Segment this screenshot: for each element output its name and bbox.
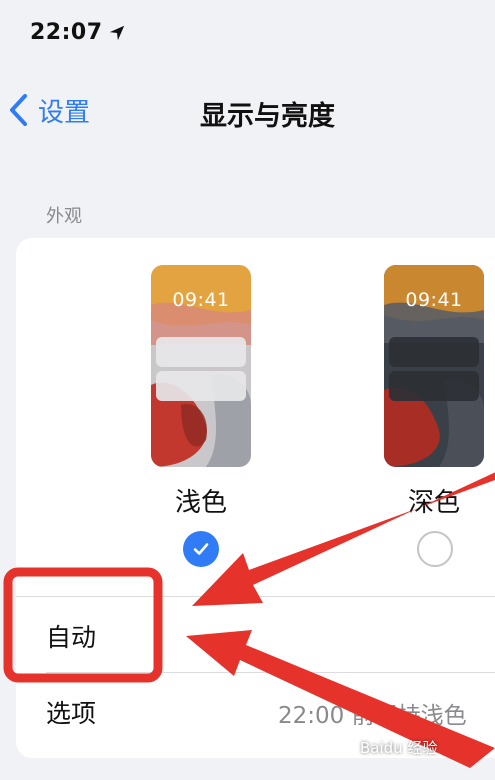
light-preview-time: 09:41 (172, 289, 230, 311)
light-mode-label: 浅色 (174, 488, 227, 518)
automatic-label: 自动 (46, 623, 97, 652)
divider (16, 596, 495, 597)
location-arrow-icon (109, 25, 125, 41)
status-bar: 22:07 (0, 0, 495, 70)
appearance-section-header: 外观 (46, 206, 82, 227)
options-label: 选项 (46, 699, 97, 728)
watermark: Baidu 经验 (360, 739, 438, 757)
dark-mode-label: 深色 (407, 488, 460, 518)
status-time: 22:07 (30, 20, 103, 45)
dark-mode-radio[interactable] (417, 531, 453, 567)
checkmark-icon (193, 543, 209, 555)
page-title: 显示与亮度 (200, 101, 335, 132)
light-mode-radio[interactable] (183, 531, 219, 567)
navigation-bar: 设置 显示与亮度 (0, 80, 495, 140)
automatic-row[interactable]: 自动 (16, 598, 495, 672)
dark-mode-preview[interactable]: 09:41 (384, 265, 484, 467)
dark-preview-time: 09:41 (405, 289, 463, 311)
light-mode-preview[interactable]: 09:41 (151, 265, 251, 467)
divider (46, 672, 495, 673)
options-value: 22:00 前保持浅色 (278, 703, 467, 729)
